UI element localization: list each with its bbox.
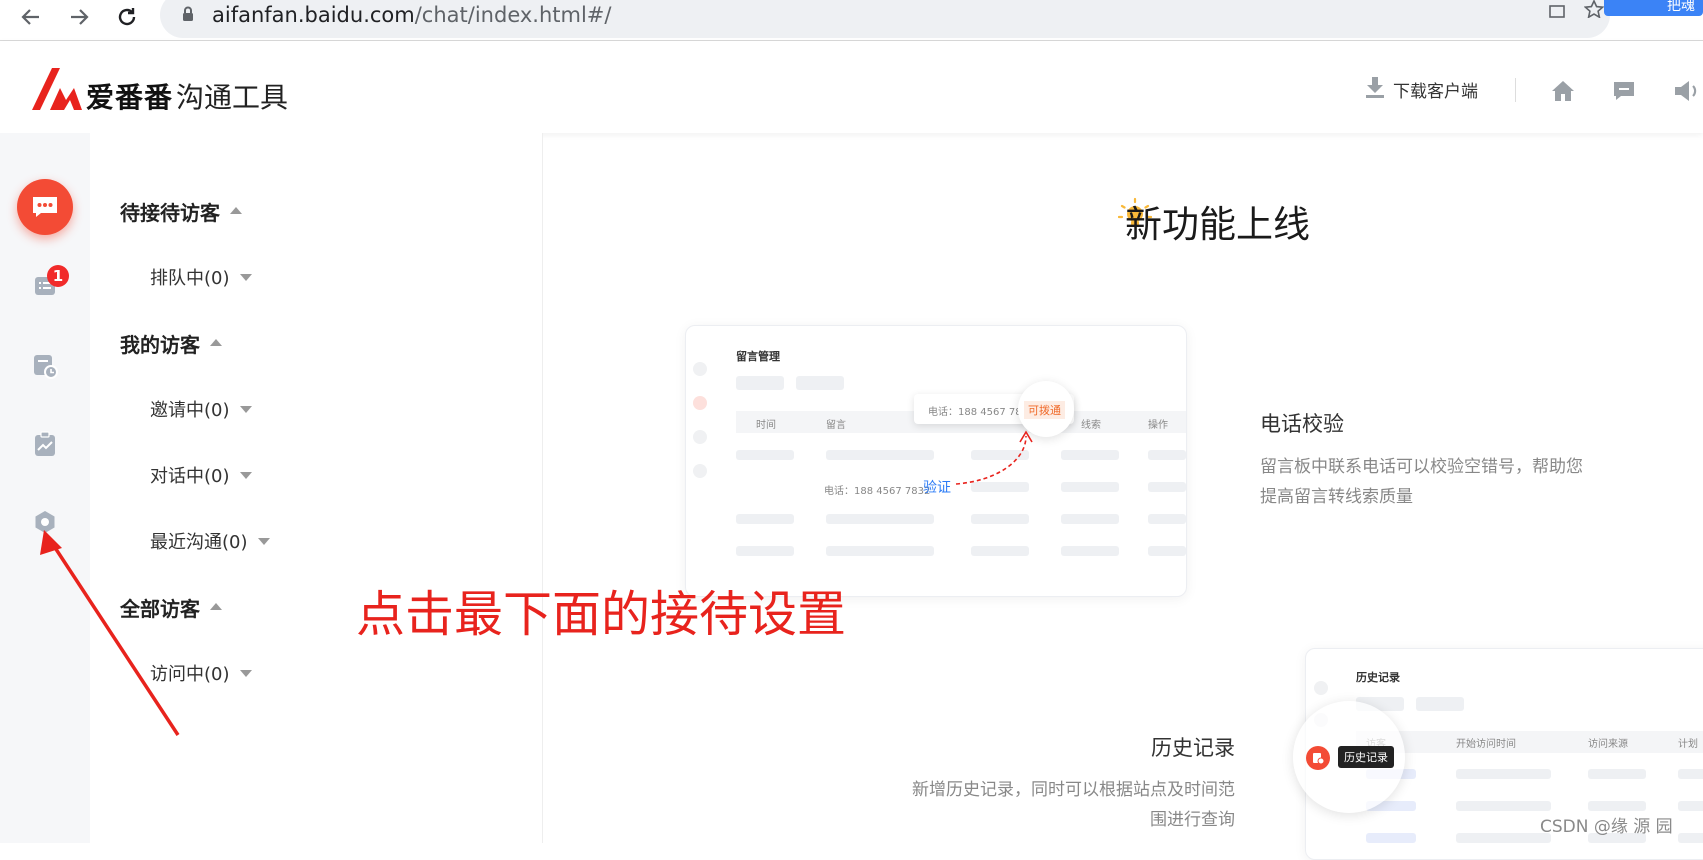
annotation-text: 点击最下面的接待设置 [356,586,847,643]
watermark: CSDN @缘 源 园 [1540,817,1673,837]
annotation-arrow [40,530,180,736]
